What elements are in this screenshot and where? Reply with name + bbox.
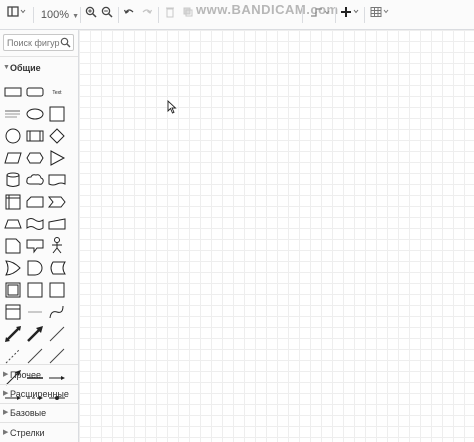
chevron-right-icon: ▶: [3, 429, 9, 436]
shape-parallelogram[interactable]: [3, 148, 23, 168]
zoom-label: 100%: [40, 9, 70, 21]
waypoint-dropdown[interactable]: [309, 6, 333, 24]
mouse-cursor-icon: [167, 100, 177, 114]
shape-bidirectional-arrow[interactable]: [3, 324, 23, 344]
shape-data-storage[interactable]: [47, 258, 67, 278]
to-front-icon: [183, 7, 193, 17]
undo-button[interactable]: [122, 6, 136, 24]
shape-box[interactable]: [47, 280, 67, 300]
shape-circle[interactable]: [3, 126, 23, 146]
section-basic[interactable]: ▶ Базовые: [0, 405, 78, 421]
shape-thin-line[interactable]: [25, 346, 45, 366]
redo-button[interactable]: [140, 6, 154, 24]
trash-icon: [166, 7, 174, 18]
shape-process[interactable]: [25, 126, 45, 146]
shapes-sidebar: ▼ Общие Text: [0, 30, 79, 442]
chevron-right-icon: ▶: [3, 390, 9, 397]
shape-and[interactable]: [25, 258, 45, 278]
section-divider: [0, 384, 78, 385]
section-divider: [0, 422, 78, 423]
zoom-out-icon: [101, 6, 113, 18]
section-divider: [0, 56, 78, 57]
section-divider: [0, 364, 78, 365]
shape-or[interactable]: [3, 258, 23, 278]
redo-icon: [142, 9, 153, 14]
section-divider: [0, 403, 78, 404]
shape-step[interactable]: [47, 192, 67, 212]
section-advanced[interactable]: ▶ Расширенные: [0, 386, 78, 402]
toolbar-divider: [118, 7, 119, 23]
section-misc[interactable]: ▶ Прочее: [0, 367, 78, 383]
toolbar-divider: [80, 7, 81, 23]
chevron-down-icon: ▼: [72, 13, 80, 20]
zoom-in-icon: [85, 6, 97, 18]
shape-note[interactable]: [3, 236, 23, 256]
shape-actor[interactable]: [47, 236, 67, 256]
chevron-right-icon: ▶: [3, 409, 9, 416]
shape-trapezoid[interactable]: [3, 214, 23, 234]
shape-text[interactable]: Text: [47, 82, 67, 102]
shape-text-label: Text: [52, 90, 62, 96]
search-icon[interactable]: [60, 37, 71, 48]
chevron-down-icon: ▼: [3, 64, 10, 71]
section-label: Стрелки: [10, 428, 45, 438]
chevron-right-icon: ▶: [3, 371, 9, 378]
shape-textbox[interactable]: [3, 104, 23, 124]
plus-icon: [341, 7, 359, 17]
shape-list[interactable]: [3, 302, 23, 322]
shape-rounded-rectangle[interactable]: [25, 82, 45, 102]
table-icon: [370, 7, 389, 17]
table-dropdown[interactable]: [369, 6, 391, 24]
sidebar-toggle-icon: [7, 6, 26, 17]
shape-document[interactable]: [47, 170, 67, 190]
shape-cylinder[interactable]: [3, 170, 23, 190]
zoom-dropdown[interactable]: 100% ▼: [40, 6, 80, 24]
toolbar-divider: [33, 7, 34, 23]
zoom-out-button[interactable]: [100, 6, 114, 24]
toolbar-divider: [158, 7, 159, 23]
view-toggle-button[interactable]: [6, 6, 28, 24]
shape-search-input[interactable]: [4, 35, 65, 50]
section-arrows[interactable]: ▶ Стрелки: [0, 425, 78, 441]
section-general[interactable]: ▼ Общие: [0, 60, 78, 76]
shape-list-item[interactable]: [25, 302, 45, 322]
shape-container[interactable]: [25, 280, 45, 300]
shape-hexagon[interactable]: [25, 148, 45, 168]
shape-curve[interactable]: [47, 302, 67, 322]
diagram-canvas[interactable]: [79, 30, 474, 442]
shape-arrow[interactable]: [25, 324, 45, 344]
shape-tape[interactable]: [25, 214, 45, 234]
toolbar: 100% ▼ www.BANDICAM.com: [0, 0, 474, 30]
shape-square[interactable]: [47, 104, 67, 124]
toolbar-divider: [302, 7, 303, 23]
shape-internal-storage[interactable]: [3, 192, 23, 212]
shape-ellipse[interactable]: [25, 104, 45, 124]
waypoint-icon: [311, 8, 330, 17]
shape-rectangle[interactable]: [3, 82, 23, 102]
to-front-button[interactable]: [182, 6, 194, 24]
shape-manual-input[interactable]: [47, 214, 67, 234]
section-label: Общие: [10, 63, 41, 73]
shape-card[interactable]: [25, 192, 45, 212]
shape-cloud[interactable]: [25, 170, 45, 190]
shape-diamond[interactable]: [47, 126, 67, 146]
section-label: Базовые: [10, 408, 47, 418]
shape-search-box: [3, 34, 74, 51]
shape-connector[interactable]: [47, 346, 67, 366]
section-label: Прочее: [10, 370, 41, 380]
undo-icon: [123, 9, 134, 14]
shape-callout[interactable]: [25, 236, 45, 256]
zoom-in-button[interactable]: [84, 6, 98, 24]
shape-line[interactable]: [47, 324, 67, 344]
toolbar-divider: [364, 7, 365, 23]
section-label: Расширенные: [10, 389, 69, 399]
toolbar-divider: [335, 7, 336, 23]
insert-dropdown[interactable]: [340, 6, 362, 24]
delete-button[interactable]: [164, 6, 176, 24]
shape-triangle[interactable]: [47, 148, 67, 168]
shape-dashed-line[interactable]: [3, 346, 23, 366]
shape-frame[interactable]: [3, 280, 23, 300]
